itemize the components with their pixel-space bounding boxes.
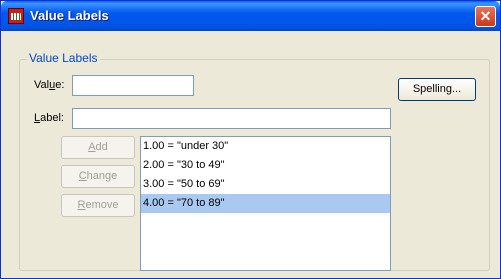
- list-item[interactable]: 3.00 = "50 to 69": [141, 175, 390, 194]
- title-bar[interactable]: Value Labels ✕: [1, 1, 500, 31]
- value-labels-list[interactable]: 1.00 = "under 30" 2.00 = "30 to 49" 3.00…: [140, 136, 391, 271]
- value-field-label: Value:: [34, 79, 65, 91]
- app-icon: [8, 8, 24, 24]
- close-button[interactable]: ✕: [475, 6, 496, 27]
- list-item[interactable]: 1.00 = "under 30": [141, 137, 390, 156]
- value-labels-dialog: Value Labels ✕ Value Labels Value: Spell…: [0, 0, 501, 279]
- label-input[interactable]: [72, 108, 391, 129]
- list-item-selected[interactable]: 4.00 = "70 to 89": [141, 194, 390, 213]
- window-title: Value Labels: [30, 8, 109, 23]
- group-title: Value Labels: [27, 51, 100, 65]
- add-button[interactable]: Add: [61, 136, 135, 159]
- list-item[interactable]: 2.00 = "30 to 49": [141, 156, 390, 175]
- change-button[interactable]: Change: [61, 165, 135, 188]
- spelling-button[interactable]: Spelling...: [398, 78, 476, 101]
- remove-button[interactable]: Remove: [61, 194, 135, 217]
- value-input[interactable]: [72, 75, 194, 96]
- label-field-label: Label:: [34, 112, 64, 124]
